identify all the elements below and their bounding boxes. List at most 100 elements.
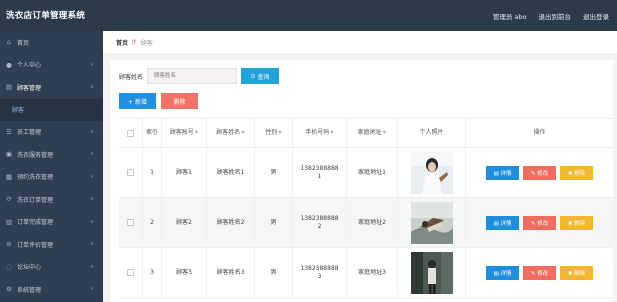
edit-button[interactable]: ✎ 修改 [523,165,556,180]
header-name[interactable]: 顾客姓名 ◆ [207,119,255,147]
delete-button[interactable]: ✖ 删除 [560,265,593,280]
sidebar-item-label: 订单评价管理 [17,241,54,249]
sidebar-item-completed[interactable]: ▥ 订单完成管理 ∨ [0,211,103,234]
add-button[interactable]: + 新增 [119,93,156,109]
row-checkbox[interactable] [127,169,134,176]
chevron-down-icon: ∨ [90,151,94,157]
select-all-checkbox[interactable] [127,129,134,137]
header-address[interactable]: 家庭地址 ◆ [347,119,398,147]
cell-account: 顾客3 [162,248,207,297]
cell-gender: 男 [255,198,293,247]
app-title: 洗衣店订单管理系统 [6,11,86,21]
edit-label: 修改 [537,270,549,277]
detail-button[interactable]: ▤ 详情 [486,215,519,230]
cell-phone: 13823888881 [293,148,347,197]
search-input[interactable] [147,68,238,84]
detail-label: 详情 [500,170,512,177]
header-name-label: 顾客姓名 [216,129,241,137]
cell-phone: 13823888882 [293,198,347,247]
sidebar-item-label: 员工管理 [17,129,42,137]
row-select-cell [119,148,143,197]
breadcrumb-separator-icon: ℱ [132,39,137,46]
sidebar-item-wash-service[interactable]: ▣ 洗衣服务管理 ∨ [0,143,103,166]
user-icon: ● [6,60,12,69]
sidebar-item-label: 个人中心 [17,62,42,70]
top-bar: 洗衣店订单管理系统 管理员 abo 退出到前台 退出登录 [0,0,617,31]
detail-button[interactable]: ▤ 详情 [486,265,519,280]
sidebar-item-customers[interactable]: ▤ 顾客管理 ∧ [0,76,103,99]
sidebar-item-home[interactable]: ⌂ 首页 [0,31,103,54]
staff-icon: ☰ [6,127,12,136]
wash-icon: ▣ [5,150,13,159]
delete-button[interactable]: ✖ 删除 [560,215,593,230]
delete-label: 删除 [574,270,586,277]
home-icon: ⌂ [6,38,12,47]
done-icon: ▥ [5,217,13,226]
sidebar-item-reviews[interactable]: ⊘ 订单评价管理 ∨ [0,233,103,256]
batch-delete-button[interactable]: 删除 [161,93,198,109]
chevron-down-icon: ∨ [90,173,94,180]
table-header: 索引 顾客账号 ◆ 顾客姓名 ◆ 性别 ◆ 手机号码 ◆ 家庭地址 ◆ 个人照片 操作 [119,118,613,148]
cell-ops: ▤ 详情 ✎ 修改 ✖ 删除 [466,198,613,247]
sidebar-item-forum[interactable]: ◌ 论坛中心 ∨ [0,256,103,279]
row-checkbox[interactable] [127,269,134,276]
edit-label: 修改 [537,170,549,177]
phone-text: 13823888881 [300,164,339,180]
cell-name: 顾客姓名3 [207,248,255,297]
sidebar-item-label: 预约洗衣管理 [17,174,54,182]
sidebar-item-staff[interactable]: ☰ 员工管理 ∨ [0,121,103,144]
search-label: 顾客姓名 [119,73,144,81]
sidebar-item-orders[interactable]: ⟳ 洗衣订单管理 ∨ [0,188,103,211]
phone-text: 13823888882 [300,214,339,230]
sidebar-item-label: 洗衣服务管理 [17,151,54,159]
detail-button[interactable]: ▤ 详情 [486,165,519,180]
header-phone[interactable]: 手机号码 ◆ [293,119,347,147]
front-link[interactable]: 退出到前台 [539,11,572,21]
cell-ops: ▤ 详情 ✎ 修改 ✖ 删除 [466,148,613,197]
customer-photo[interactable] [410,201,453,244]
sidebar-item-booking[interactable]: ▦ 预约洗衣管理 ∨ [0,166,103,189]
sort-icon: ◆ [241,130,245,136]
sort-icon: ◆ [382,130,387,136]
breadcrumb-home[interactable]: 首页 [116,38,128,47]
header-ops: 操作 [533,129,546,137]
header-account[interactable]: 顾客账号 ◆ [162,119,207,147]
edit-button[interactable]: ✎ 修改 [523,215,556,230]
chevron-down-icon: ∨ [90,241,94,247]
sidebar-subitem-customer[interactable]: 顾客 [0,98,103,121]
sort-icon: ◆ [278,130,282,136]
search-icon: ⊙ [250,72,256,80]
cell-name: 顾客姓名1 [207,148,255,197]
chevron-down-icon: ∨ [90,128,94,135]
detail-label: 详情 [500,270,512,277]
sidebar-item-system[interactable]: ⚙ 系统管理 ∨ [0,278,103,301]
select-all-cell [119,119,143,147]
forum-icon: ◌ [6,262,12,271]
delete-label: 删除 [574,220,586,227]
edit-button[interactable]: ✎ 修改 [523,265,556,280]
cell-name: 顾客姓名2 [207,198,255,247]
header-gender[interactable]: 性别 ◆ [255,119,293,147]
delete-button[interactable]: ✖ 删除 [560,165,593,180]
user-label: 管理员 abo [492,13,527,21]
list-card: 顾客姓名 ⊙ 查询 + 新增 删除 索引 顾客账号◆ 顾客姓名◆ 性别◆ 手机号… [110,60,613,302]
logout-link[interactable]: 退出登录 [583,11,609,21]
search-button[interactable]: ⊙ 查询 [241,68,280,84]
row-checkbox[interactable] [127,219,134,226]
calendar-icon: ▦ [5,172,13,181]
chevron-down-icon: ∨ [90,61,94,68]
table-row: 1 顾客1 顾客姓名1 男 13823888881 家庭地址1 ▤ 详情 ✎ 修… [119,148,613,198]
cell-address: 家庭地址2 [347,198,398,247]
chevron-down-icon: ∨ [90,218,94,225]
top-links: 管理员 abo 退出到前台 退出登录 [493,11,609,21]
sidebar-item-label: 论坛中心 [17,264,42,272]
customer-photo[interactable] [410,151,453,194]
cell-gender: 男 [255,148,293,197]
sidebar-item-profile[interactable]: ● 个人中心 ∨ [0,54,103,77]
sort-icon: ◆ [194,130,199,136]
row-select-cell [119,198,143,247]
customer-photo[interactable] [410,251,453,294]
cell-address: 家庭地址1 [347,148,398,197]
cell-phone: 13823888883 [293,248,347,297]
table-row: 3 顾客3 顾客姓名3 男 13823888883 家庭地址3 ▤ 详情 ✎ 修… [119,248,613,298]
